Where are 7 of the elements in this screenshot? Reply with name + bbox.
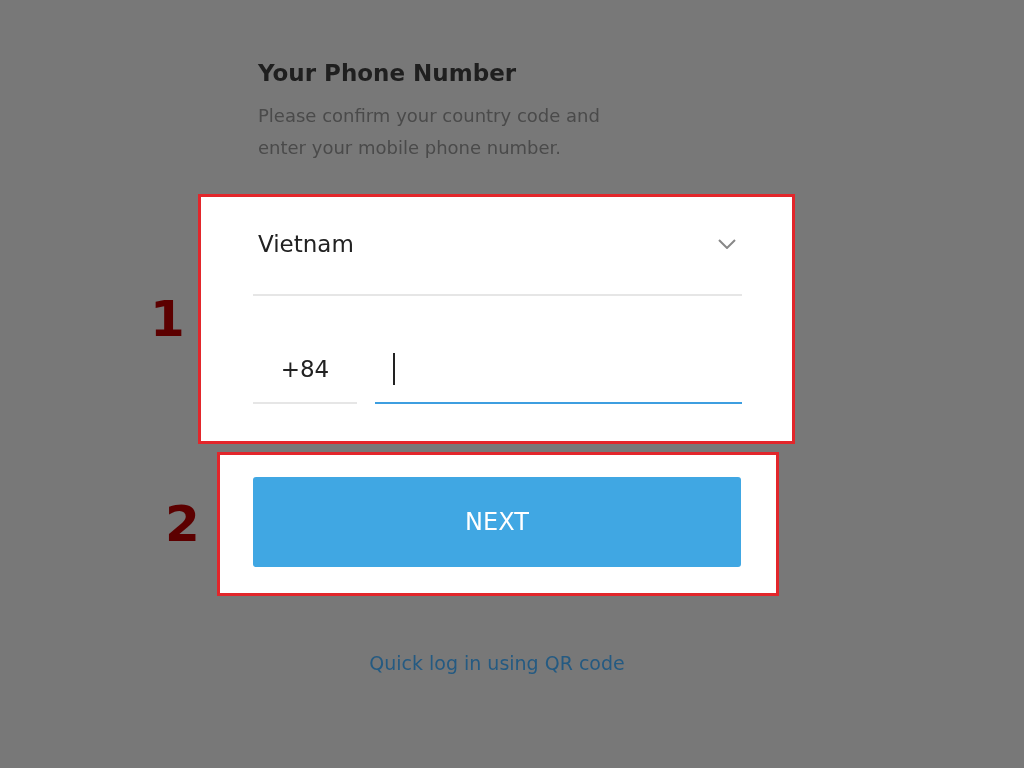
text-cursor	[393, 353, 395, 385]
step-number: 1	[150, 290, 180, 348]
country-code-field[interactable]: +84	[253, 336, 357, 404]
screen-title: Your Phone Number	[258, 60, 518, 86]
chevron-icon	[718, 239, 736, 249]
country-select[interactable]: Vietnam	[253, 194, 742, 296]
step-number: 2	[165, 495, 198, 553]
